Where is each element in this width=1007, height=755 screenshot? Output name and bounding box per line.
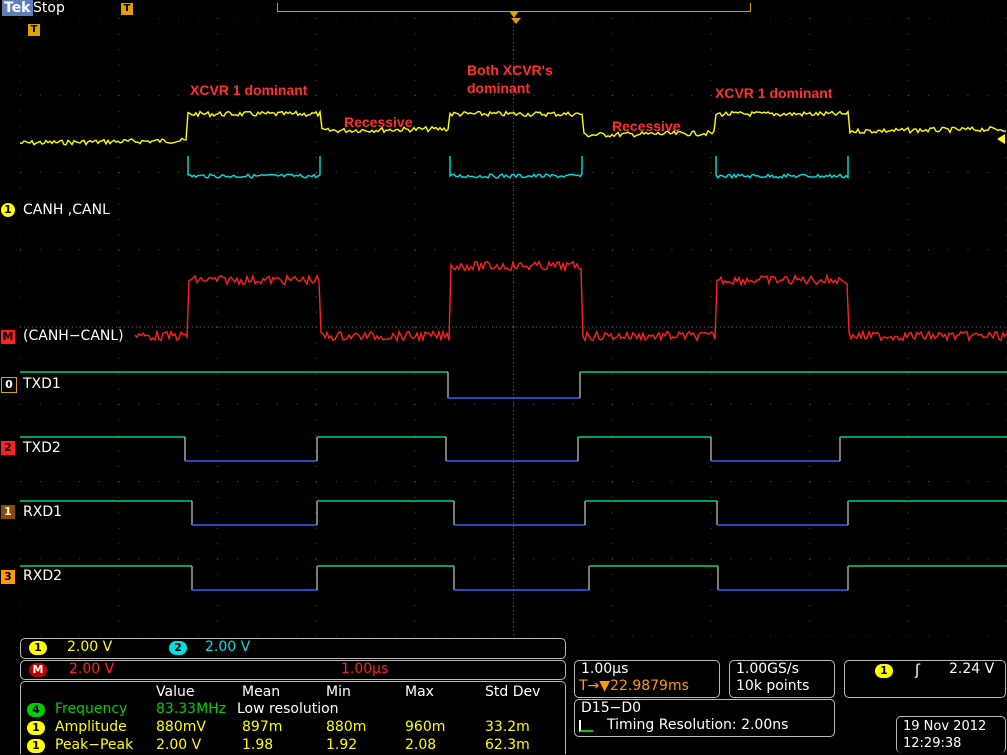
trigger-time-arrow-icon (511, 18, 521, 24)
annotation-both-dominant-line2: dominant (467, 80, 530, 96)
meas-note: Low resolution (237, 701, 339, 717)
digital-icon (579, 720, 593, 732)
acquisition-panel[interactable]: 1.00GS/s 10k points (729, 660, 835, 698)
ch1-scale-badge: 1 (29, 641, 47, 655)
trigger-arrow-icon (509, 11, 519, 18)
meas-name: Frequency (55, 701, 127, 717)
trigger-level-arrow-icon[interactable] (997, 134, 1005, 144)
rising-edge-icon: ʃ (915, 661, 920, 679)
digital-channels-title: D15−D0 (581, 700, 641, 716)
graticule-grid (20, 18, 1007, 636)
meas-mean: 897m (242, 719, 282, 735)
d2-badge[interactable]: 2 (1, 441, 15, 455)
d1-badge[interactable]: 1 (1, 505, 15, 519)
ch1-waveform (20, 112, 1006, 145)
meas-name: Peak−Peak (55, 737, 133, 753)
digital-panel[interactable]: D15−D0 Timing Resolution: 2.00ns (574, 699, 835, 737)
channel-scale-panel[interactable]: 1 2.00 V 2 2.00 V (20, 638, 566, 659)
math-waveform (135, 262, 1007, 341)
annotation-xcvr1-dominant-2: XCVR 1 dominant (715, 85, 832, 101)
math-scale[interactable]: 2.00 V (69, 661, 114, 677)
meas-value: 83.33MHz (156, 701, 226, 717)
trigger-level[interactable]: 2.24 V (949, 661, 994, 677)
ch2-scale[interactable]: 2.00 V (205, 639, 250, 655)
ch1-badge[interactable]: 1 (1, 203, 15, 217)
ch2-scale-badge: 2 (169, 641, 187, 655)
d3-badge[interactable]: 3 (1, 570, 15, 584)
record-length: 10k points (736, 678, 809, 694)
meas-source-badge: 4 (27, 703, 45, 717)
meas-min: 880m (326, 719, 366, 735)
measurement-panel[interactable]: Value Mean Min Max Std Dev 4 Frequency 8… (20, 681, 566, 754)
header-mean: Mean (242, 684, 280, 700)
top-status-bar: Tek Stop T (0, 0, 1007, 18)
trigger-position-marker[interactable]: T (121, 3, 133, 15)
annotation-xcvr1-dominant: XCVR 1 dominant (190, 82, 307, 98)
meas-stddev: 33.2m (485, 719, 530, 735)
run-state: Stop (33, 0, 65, 16)
sample-rate: 1.00GS/s (736, 661, 799, 677)
meas-min: 1.92 (326, 737, 357, 753)
datetime-panel: 19 Nov 2012 12:29:38 (896, 716, 1006, 753)
meas-mean: 1.98 (242, 737, 273, 753)
meas-source-badge: 1 (27, 721, 45, 735)
measurement-row-frequency[interactable]: 4 Frequency 83.33MHz Low resolution (21, 701, 565, 719)
horizontal-panel[interactable]: 1.00µs T→▼22.9879ms (574, 660, 720, 698)
d3-label: RXD2 (23, 568, 62, 584)
d0-badge[interactable]: 0 (1, 377, 17, 393)
meas-name: Amplitude (55, 719, 127, 735)
math-label: (CANH−CANL) (23, 328, 124, 344)
meas-value: 880mV (156, 719, 206, 735)
math-scale-badge: M (29, 663, 47, 677)
header-value: Value (156, 684, 194, 700)
annotation-recessive: Recessive (344, 114, 413, 130)
ch1-label: CANH ,CANL (23, 202, 110, 218)
header-stddev: Std Dev (485, 684, 540, 700)
txd2-trace (20, 437, 1007, 461)
meas-stddev: 62.3m (485, 737, 530, 753)
trigger-source-badge: 1 (875, 664, 893, 678)
meas-source-badge: 1 (27, 739, 45, 753)
header-min: Min (326, 684, 351, 700)
ch1-scale[interactable]: 2.00 V (67, 639, 112, 655)
trigger-position[interactable]: T→▼22.9879ms (579, 678, 689, 694)
timing-resolution: Timing Resolution: 2.00ns (607, 717, 788, 733)
d1-label: RXD1 (23, 504, 62, 520)
timebase[interactable]: 1.00µs (581, 661, 628, 677)
d0-label: TXD1 (23, 376, 61, 392)
date: 19 Nov 2012 (903, 719, 986, 734)
annotation-both-dominant-line1: Both XCVR's (467, 62, 553, 78)
ch2-waveform (188, 156, 848, 178)
time: 12:29:38 (903, 736, 961, 751)
measurement-row-amplitude[interactable]: 1 Amplitude 880mV 897m 880m 960m 33.2m (21, 719, 565, 737)
d2-label: TXD2 (23, 440, 61, 456)
trigger-panel[interactable]: 1 ʃ 2.24 V (844, 660, 1006, 698)
waveform-graticule[interactable] (20, 18, 1007, 636)
meas-max: 960m (405, 719, 445, 735)
meas-max: 2.08 (405, 737, 436, 753)
trigger-screen-marker[interactable]: T (28, 24, 40, 36)
meas-value: 2.00 V (156, 737, 201, 753)
measurement-row-peak-peak[interactable]: 1 Peak−Peak 2.00 V 1.98 1.92 2.08 62.3m (21, 737, 565, 755)
math-scale-panel[interactable]: M 2.00 V 1.00µs (20, 660, 566, 680)
math-timescale[interactable]: 1.00µs (341, 661, 388, 677)
annotation-recessive-2: Recessive (612, 118, 681, 134)
math-badge[interactable]: M (1, 330, 15, 344)
brand-logo: Tek (2, 0, 33, 16)
header-max: Max (405, 684, 434, 700)
